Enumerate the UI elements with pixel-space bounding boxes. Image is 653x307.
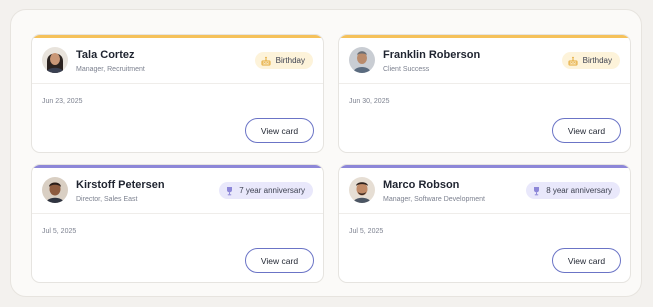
- avatar: [42, 47, 68, 73]
- employee-role: Manager, Recruitment: [76, 66, 145, 73]
- employee-role: Client Success: [383, 66, 430, 73]
- celebration-date: Jul 5, 2025: [42, 228, 77, 235]
- view-card-button[interactable]: View card: [245, 118, 314, 143]
- card-header: Franklin Roberson Client Success Birthda…: [339, 38, 630, 84]
- employee-name: Kirstoff Petersen: [76, 179, 165, 191]
- badge-label: 8 year anniversary: [546, 186, 612, 195]
- badge-label: 7 year anniversary: [239, 186, 305, 195]
- celebration-card-kirstoff-petersen: Kirstoff Petersen Director, Sales East 7…: [31, 164, 324, 283]
- trophy-icon: [225, 186, 234, 196]
- employee-name: Marco Robson: [383, 179, 460, 191]
- birthday-badge: Birthday: [561, 52, 620, 69]
- birthday-badge: Birthday: [254, 52, 313, 69]
- cake-icon: [568, 56, 578, 66]
- cake-icon: [261, 56, 271, 66]
- celebration-card-franklin-roberson: Franklin Roberson Client Success Birthda…: [338, 34, 631, 153]
- celebrations-panel: Tala Cortez Manager, Recruitment Birthda…: [10, 9, 642, 297]
- badge-label: Birthday: [275, 56, 305, 65]
- employee-name: Franklin Roberson: [383, 49, 481, 61]
- view-card-button[interactable]: View card: [552, 248, 621, 273]
- avatar: [349, 47, 375, 73]
- celebration-date: Jun 30, 2025: [349, 98, 390, 105]
- card-header: Kirstoff Petersen Director, Sales East 7…: [32, 168, 323, 214]
- card-header: Marco Robson Manager, Software Developme…: [339, 168, 630, 214]
- celebration-date: Jul 5, 2025: [349, 228, 384, 235]
- employee-name: Tala Cortez: [76, 49, 135, 61]
- celebration-card-marco-robson: Marco Robson Manager, Software Developme…: [338, 164, 631, 283]
- card-header: Tala Cortez Manager, Recruitment Birthda…: [32, 38, 323, 84]
- trophy-icon: [532, 186, 541, 196]
- view-card-button[interactable]: View card: [552, 118, 621, 143]
- anniversary-badge: 7 year anniversary: [219, 182, 313, 199]
- anniversary-badge: 8 year anniversary: [526, 182, 620, 199]
- employee-role: Director, Sales East: [76, 196, 138, 203]
- avatar: [349, 177, 375, 203]
- badge-label: Birthday: [582, 56, 612, 65]
- celebration-date: Jun 23, 2025: [42, 98, 83, 105]
- employee-role: Manager, Software Development: [383, 196, 485, 203]
- avatar: [42, 177, 68, 203]
- view-card-button[interactable]: View card: [245, 248, 314, 273]
- celebration-card-tala-cortez: Tala Cortez Manager, Recruitment Birthda…: [31, 34, 324, 153]
